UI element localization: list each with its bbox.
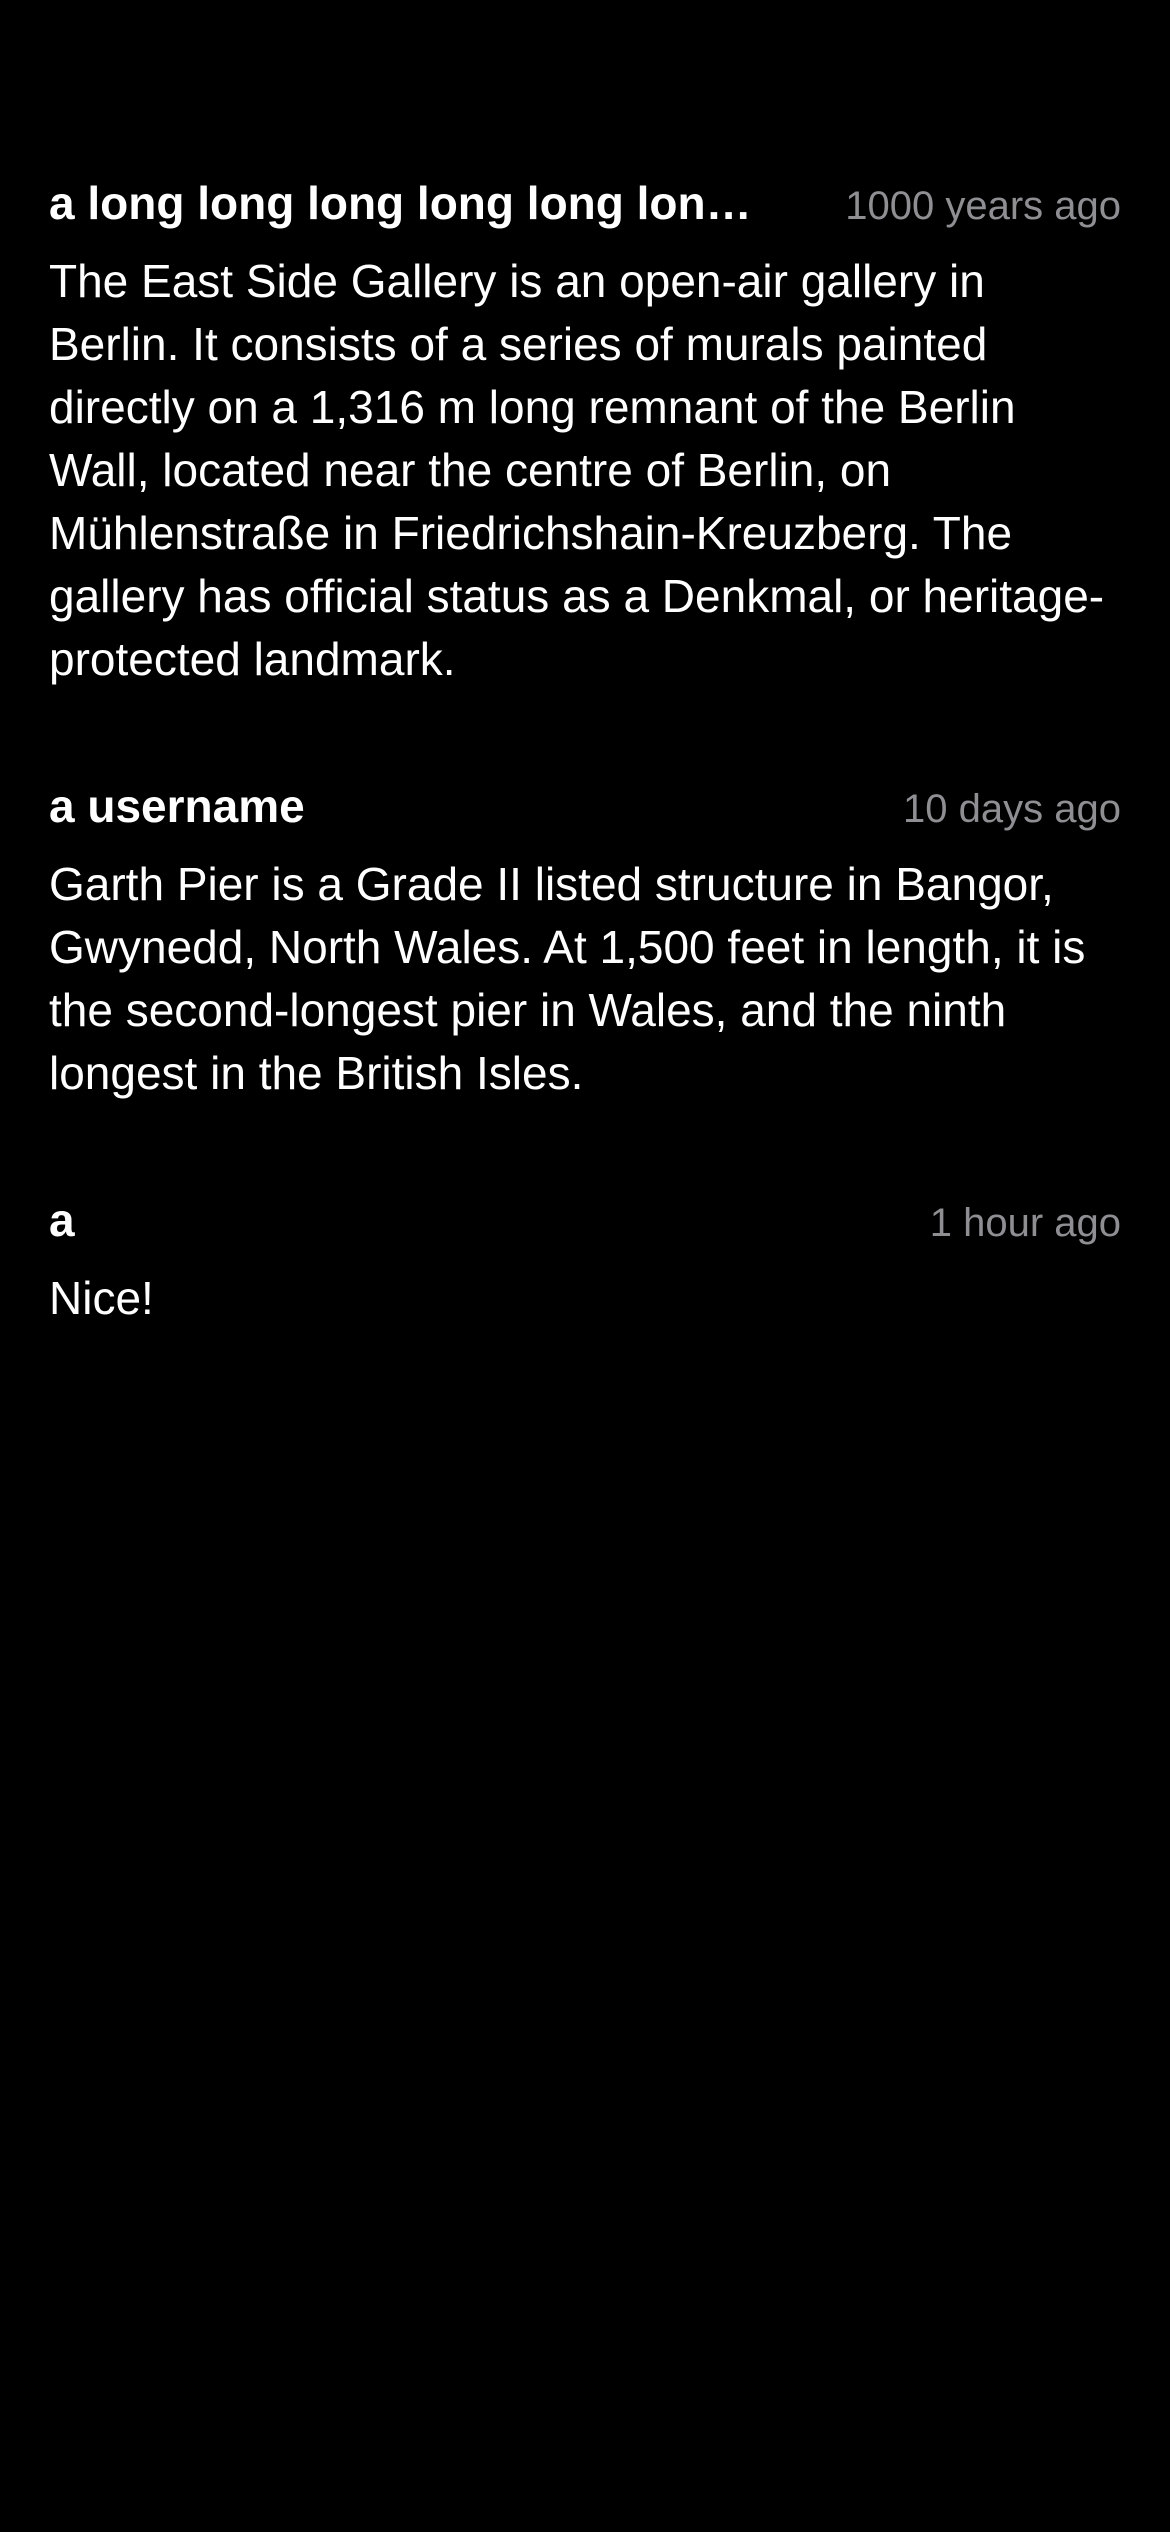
comment-header: a 1 hour ago (49, 1185, 1121, 1255)
comment-timestamp: 1000 years ago (845, 184, 1121, 228)
comment-header: a long long long long long long long lon… (49, 168, 1121, 238)
comment-header: a username 10 days ago (49, 771, 1121, 841)
comment-username[interactable]: a username (49, 771, 305, 841)
comment-timestamp: 10 days ago (903, 787, 1121, 831)
comment-username[interactable]: a (49, 1185, 75, 1255)
comment-username[interactable]: a long long long long long long long lon… (49, 168, 779, 238)
comment-item[interactable]: a long long long long long long long lon… (49, 168, 1121, 691)
comment-body: Garth Pier is a Grade II listed structur… (49, 858, 1086, 1099)
comment-body: The East Side Gallery is an open-air gal… (49, 255, 1105, 685)
comment-list: a long long long long long long long lon… (49, 168, 1121, 1410)
comment-item[interactable]: a username 10 days ago Garth Pier is a G… (49, 771, 1121, 1105)
comment-body: Nice! (49, 1272, 154, 1324)
comment-timestamp: 1 hour ago (929, 1201, 1121, 1245)
comment-item[interactable]: a 1 hour ago Nice! (49, 1185, 1121, 1330)
